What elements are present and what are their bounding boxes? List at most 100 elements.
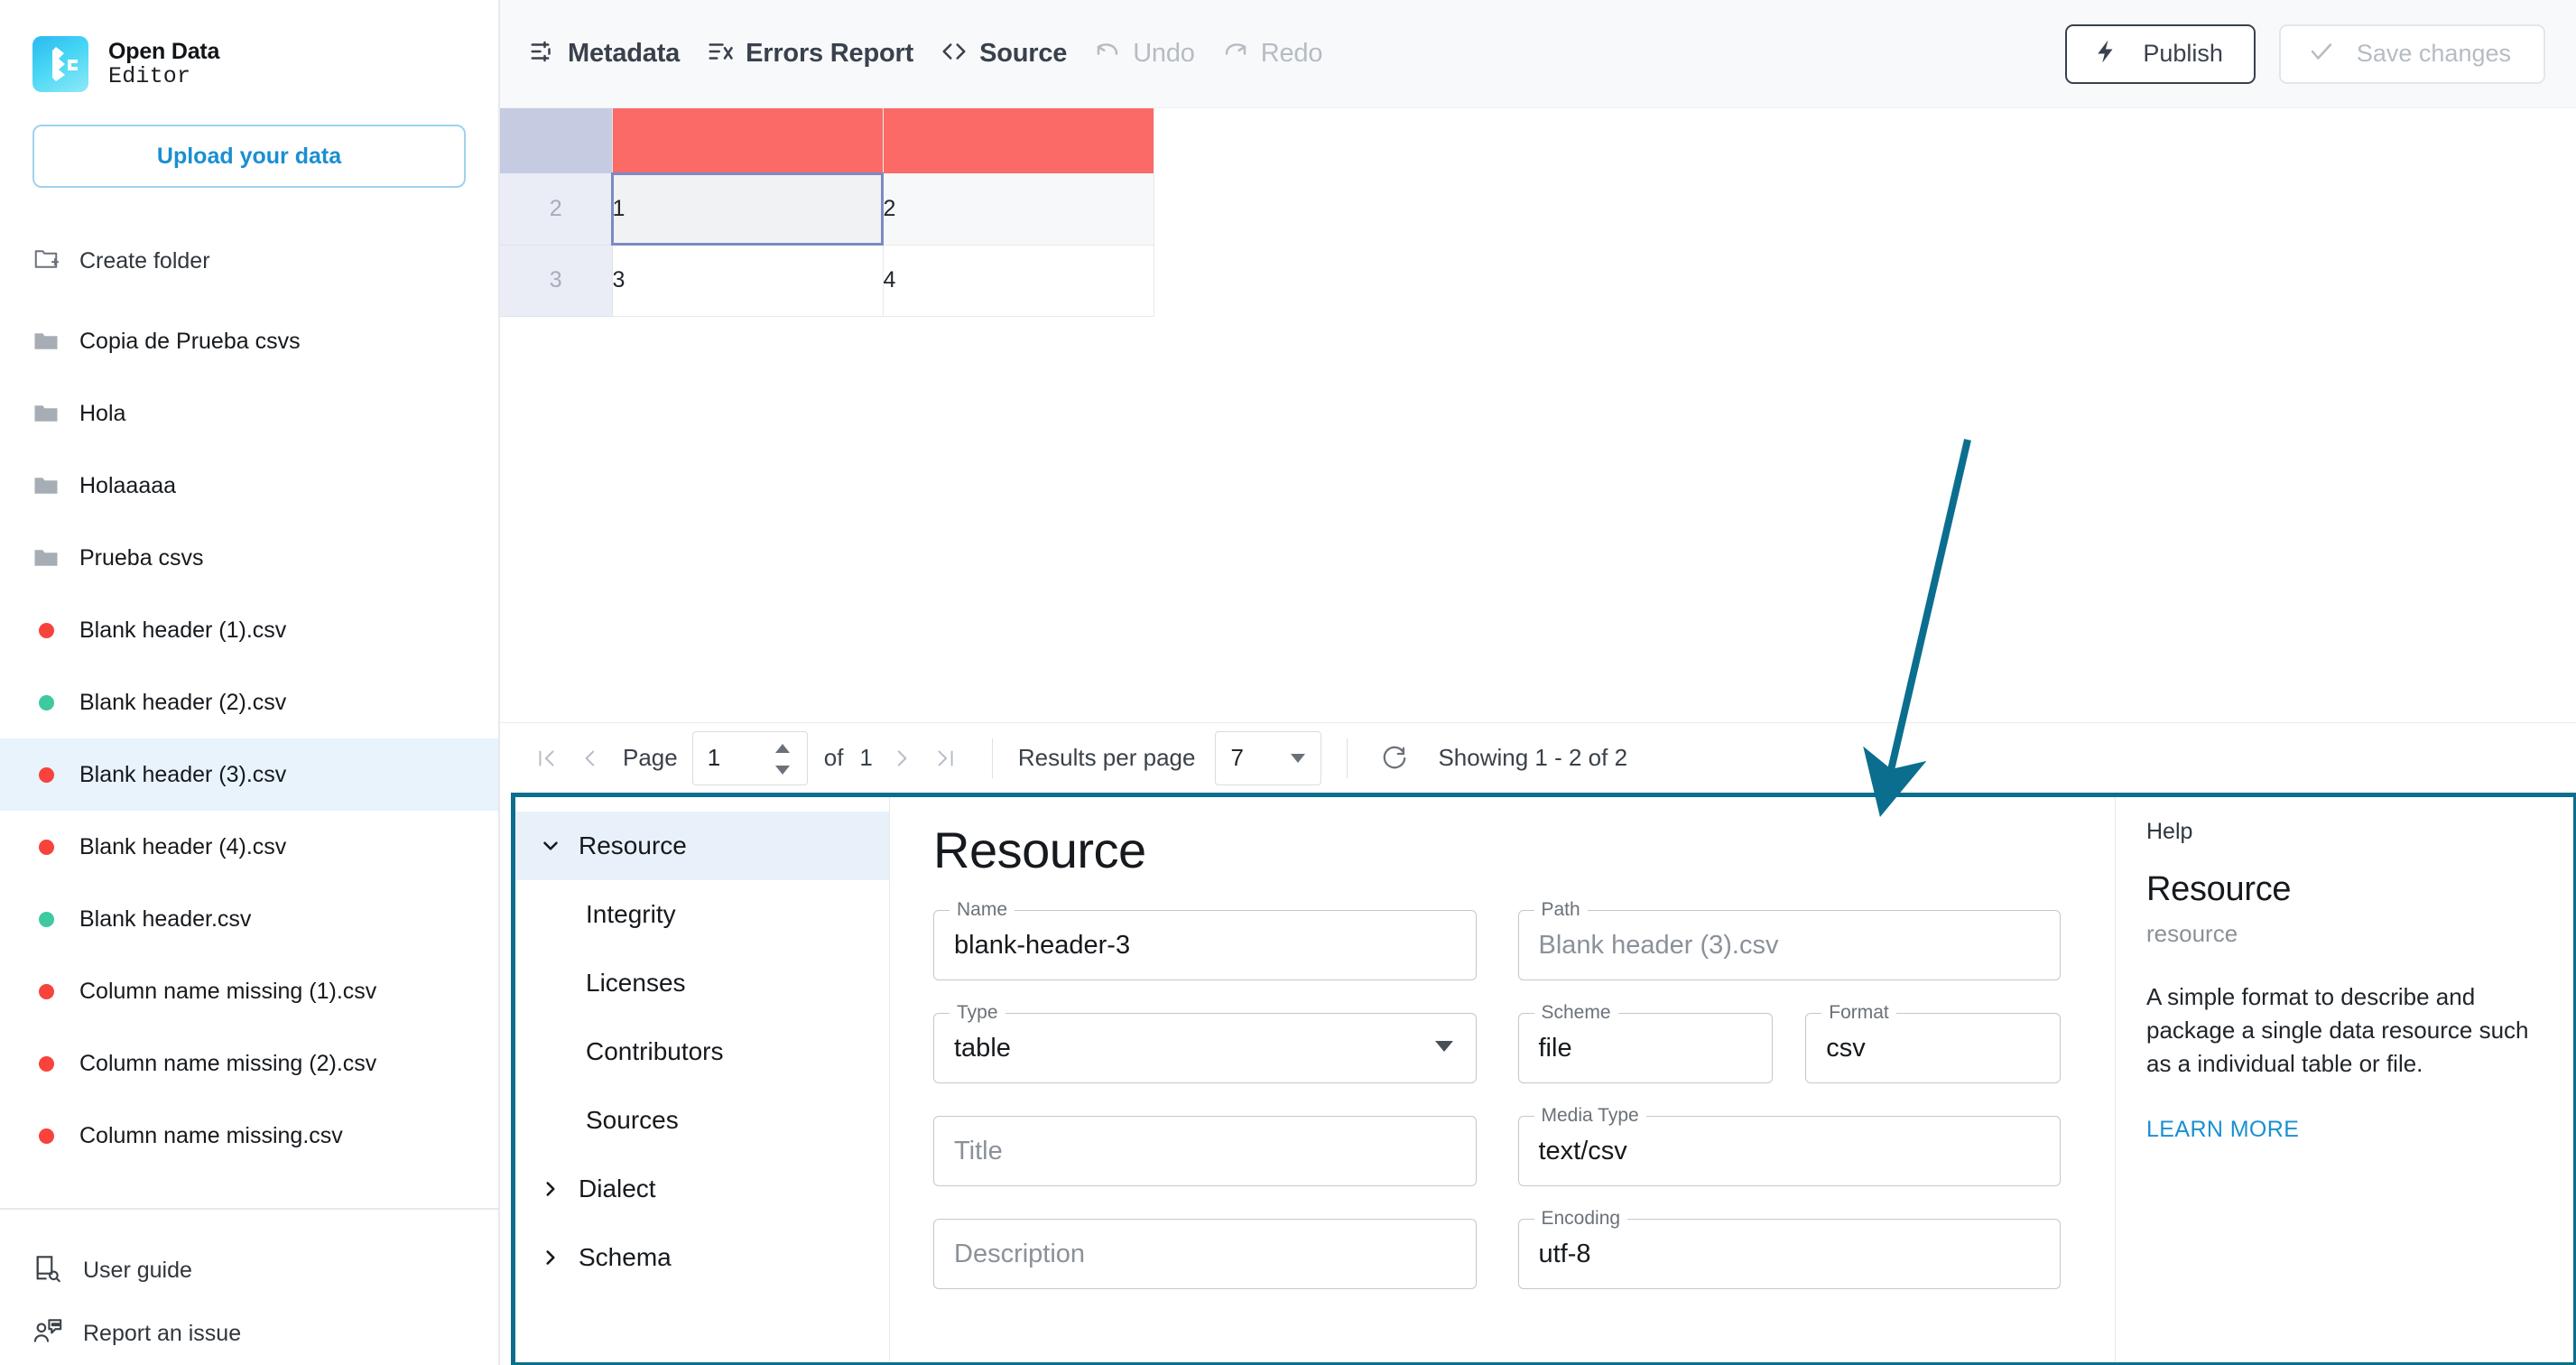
first-page-button[interactable]: [525, 737, 569, 780]
tree-folder-hola[interactable]: Hola: [0, 377, 498, 450]
field-format: Format csv: [1805, 1002, 2061, 1083]
name-input[interactable]: blank-header-3: [933, 910, 1477, 980]
field-name: Name blank-header-3: [933, 899, 1477, 980]
metadata-nav-item-dialect[interactable]: Dialect: [515, 1155, 889, 1223]
field-type: Type table: [933, 1002, 1477, 1083]
toolbar-source-button[interactable]: Source: [941, 38, 1067, 70]
publish-button[interactable]: Publish: [2065, 23, 2256, 84]
tree-file-label: Column name missing.csv: [79, 1122, 343, 1148]
grid-cell[interactable]: 2: [883, 173, 1154, 246]
type-select[interactable]: table: [933, 1013, 1477, 1083]
tree-folder-copia-de-prueba-csvs[interactable]: Copia de Prueba csvs: [0, 305, 498, 377]
page-stepper[interactable]: [773, 732, 792, 786]
folder-icon: [32, 400, 60, 427]
tree-folder-label: Copia de Prueba csvs: [79, 328, 301, 354]
metadata-nav-item-contributors[interactable]: Contributors: [515, 1017, 889, 1086]
tree-file-column-name-missing-2[interactable]: Column name missing (2).csv: [0, 1027, 498, 1100]
data-grid: 2 1 2 3 3 4: [500, 108, 1154, 317]
learn-more-link[interactable]: LEARN MORE: [2146, 1117, 2537, 1143]
metadata-nav-label: Licenses: [586, 969, 686, 997]
toolbar-undo-button[interactable]: Undo: [1094, 38, 1195, 70]
metadata-nav-label: Schema: [579, 1243, 672, 1271]
field-name-legend: Name: [950, 899, 1015, 921]
tree-file-label: Column name missing (1).csv: [79, 978, 377, 1004]
previous-page-button[interactable]: [569, 737, 612, 780]
report-an-issue-link[interactable]: Report an issue: [32, 1302, 466, 1365]
toolbar-metadata-button[interactable]: Metadata: [529, 38, 680, 70]
help-subtitle: resource: [2146, 920, 2238, 947]
grid-row-index: 3: [500, 245, 613, 317]
tree-file-blank-header-2[interactable]: Blank header (2).csv: [0, 666, 498, 738]
code-brackets-icon: [941, 38, 968, 70]
create-folder-label: Create folder: [79, 247, 210, 274]
stepper-down-icon: [774, 765, 790, 775]
app-logo-icon: [32, 36, 88, 92]
metadata-form: Resource Name blank-header-3 Type table …: [890, 797, 2115, 1362]
grid-cell[interactable]: 4: [883, 245, 1154, 317]
form-columns: Name blank-header-3 Type table Title Des…: [933, 899, 2061, 1322]
metadata-nav: Resource Integrity Licenses Contributors…: [515, 797, 890, 1362]
user-guide-label: User guide: [83, 1257, 192, 1283]
grid-header-cell-2[interactable]: [883, 108, 1154, 173]
brand: Open Data Editor: [0, 0, 498, 92]
app-root: Open Data Editor Upload your data Create…: [0, 0, 2576, 1365]
main-area: Metadata Errors Report Source Undo Redo …: [500, 0, 2576, 1365]
metadata-nav-item-integrity[interactable]: Integrity: [515, 880, 889, 949]
status-dot-ok-icon: [39, 694, 54, 710]
toolbar-redo-button[interactable]: Redo: [1222, 38, 1322, 70]
sidebar: Open Data Editor Upload your data Create…: [0, 0, 500, 1365]
grid-cell-active[interactable]: 1: [611, 172, 884, 246]
status-dot-error-icon: [39, 983, 54, 999]
grid-header-cell-1[interactable]: [612, 108, 884, 173]
tree-folder-prueba-csvs[interactable]: Prueba csvs: [0, 522, 498, 594]
description-input[interactable]: Description: [933, 1219, 1477, 1289]
field-encoding: Encoding utf-8: [1517, 1208, 2061, 1289]
folder-icon: [32, 544, 60, 571]
tree-file-blank-header-3[interactable]: Blank header (3).csv: [0, 738, 498, 811]
field-media-type-legend: Media Type: [1534, 1105, 1646, 1127]
grid-row-index: 2: [500, 173, 613, 246]
folder-icon: [32, 328, 60, 355]
toolbar-undo-label: Undo: [1133, 39, 1195, 68]
brand-line-2: Editor: [108, 63, 191, 89]
grid-cell[interactable]: 3: [612, 245, 884, 317]
tree-file-blank-header-4[interactable]: Blank header (4).csv: [0, 811, 498, 883]
title-input[interactable]: Title: [933, 1116, 1477, 1186]
toolbar-errors-report-label: Errors Report: [746, 39, 914, 68]
grid-row: 3 3 4: [500, 245, 1154, 317]
results-per-page-value: 7: [1230, 744, 1244, 771]
metadata-nav-item-schema[interactable]: Schema: [515, 1223, 889, 1292]
last-page-button[interactable]: [923, 737, 967, 780]
description-input-placeholder: Description: [954, 1239, 1086, 1268]
page-number-input[interactable]: 1: [691, 730, 808, 786]
tree-file-label: Blank header (1).csv: [79, 617, 287, 643]
grid-header-row: [500, 108, 1154, 173]
tree-file-blank-header-1[interactable]: Blank header (1).csv: [0, 594, 498, 666]
upload-your-data-button[interactable]: Upload your data: [32, 125, 466, 188]
media-type-input-value: text/csv: [1538, 1136, 1627, 1165]
data-grid-area: 2 1 2 3 3 4: [500, 108, 2576, 722]
status-dot-error-icon: [39, 1128, 54, 1144]
tree-file-column-name-missing[interactable]: Column name missing.csv: [0, 1100, 498, 1172]
toolbar-errors-report-button[interactable]: Errors Report: [707, 38, 913, 70]
metadata-nav-item-licenses[interactable]: Licenses: [515, 949, 889, 1017]
tree-folder-holaaaaa[interactable]: Holaaaaa: [0, 450, 498, 522]
report-issue-label: Report an issue: [83, 1320, 242, 1346]
user-guide-link[interactable]: User guide: [32, 1239, 466, 1302]
tree-file-blank-header[interactable]: Blank header.csv: [0, 883, 498, 955]
form-title: Resource: [933, 822, 1146, 878]
save-changes-label: Save changes: [2356, 40, 2511, 67]
create-folder-button[interactable]: Create folder: [0, 235, 498, 287]
refresh-button[interactable]: [1373, 737, 1416, 780]
redo-arrow-icon: [1222, 38, 1249, 70]
results-per-page-select[interactable]: 7: [1215, 730, 1322, 785]
next-page-button[interactable]: [880, 737, 923, 780]
check-icon: [2308, 38, 2335, 70]
metadata-nav-item-sources[interactable]: Sources: [515, 1086, 889, 1155]
path-input[interactable]: Blank header (3).csv: [1517, 910, 2061, 980]
save-changes-button[interactable]: Save changes: [2278, 23, 2545, 84]
metadata-nav-item-resource[interactable]: Resource: [515, 812, 889, 880]
sidebar-footer: User guide Report an issue: [0, 1208, 498, 1365]
tree-file-column-name-missing-1[interactable]: Column name missing (1).csv: [0, 955, 498, 1027]
form-column-left: Name blank-header-3 Type table Title Des…: [933, 899, 1477, 1322]
